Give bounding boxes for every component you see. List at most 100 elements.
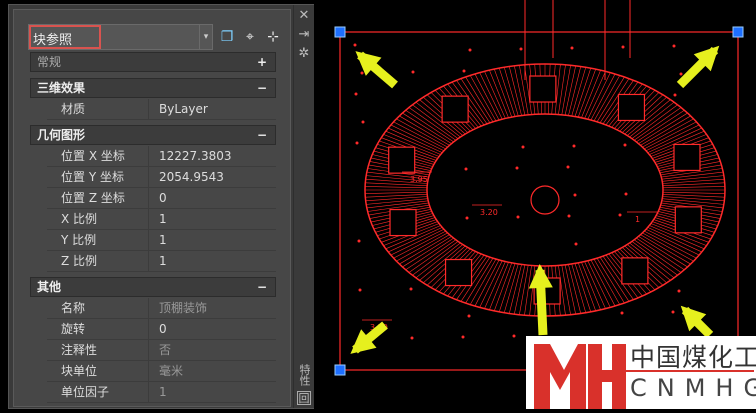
hatch-line xyxy=(662,178,725,184)
property-label: 单位因子 xyxy=(61,385,110,399)
property-label: Z 比例 xyxy=(61,254,98,268)
downlight xyxy=(515,166,519,170)
downlight xyxy=(566,165,570,169)
menu-icon[interactable]: 回 xyxy=(297,391,311,405)
properties-content: 块参照 ▾ ❐ ⌖ ⊹ 常规 + 三维效果 − 材质 ByLayer 几何图形 − 位置 X 坐… xyxy=(13,9,291,407)
yellow-arrow-head xyxy=(528,264,553,289)
dimension-text: 3.20 xyxy=(480,208,498,217)
ornament-tile xyxy=(441,95,469,123)
property-label: 位置 Y 坐标 xyxy=(61,170,124,184)
property-row[interactable]: Y 比例 1 xyxy=(47,230,276,251)
grip-handle[interactable] xyxy=(732,26,744,38)
ornament-tile xyxy=(388,146,416,174)
close-icon[interactable]: ✕ xyxy=(297,9,311,23)
section-header[interactable]: 三维效果 − xyxy=(30,78,276,98)
property-value[interactable]: 1 xyxy=(148,382,276,402)
downlight xyxy=(464,167,468,171)
property-row[interactable]: 单位因子 1 xyxy=(47,382,276,403)
hatch-line xyxy=(365,196,428,202)
downlight xyxy=(357,239,361,243)
downlight xyxy=(512,334,516,338)
collapse-icon[interactable]: − xyxy=(257,126,267,144)
property-value[interactable]: 0 xyxy=(148,319,276,339)
ornament-tile xyxy=(389,208,417,237)
property-value[interactable]: ByLayer xyxy=(148,99,276,119)
hatch-line xyxy=(581,70,601,118)
downlight xyxy=(411,70,415,74)
property-row[interactable]: Z 比例 1 xyxy=(47,251,276,272)
hatch-line xyxy=(662,191,725,194)
downlight xyxy=(677,289,681,293)
downlight xyxy=(462,69,466,73)
hatch-line xyxy=(561,65,571,115)
property-row[interactable]: 旋转 0 xyxy=(47,319,276,340)
toggle-pickadd-icon[interactable]: ⊹ xyxy=(264,28,282,46)
logo-cn-text: 中国煤化工 xyxy=(630,343,756,372)
property-label: 材质 xyxy=(61,102,86,116)
hatch-line xyxy=(590,73,616,121)
downlight xyxy=(409,287,413,291)
logo-mark xyxy=(534,344,626,409)
downlight xyxy=(358,288,362,292)
downlight xyxy=(671,310,675,314)
hatch-line xyxy=(365,186,428,189)
hatch-line xyxy=(662,182,725,186)
section-title: 其他 xyxy=(37,280,62,294)
downlight xyxy=(570,46,574,50)
object-type-dropdown[interactable]: 块参照 ▾ xyxy=(28,24,213,50)
collapse-icon[interactable]: − xyxy=(257,278,267,296)
property-row[interactable]: 位置 Y 坐标 2054.9543 xyxy=(47,167,276,188)
dimension-text: 3.95 xyxy=(410,175,428,184)
downlight xyxy=(679,72,683,76)
chevron-down-icon[interactable]: ▾ xyxy=(199,25,212,49)
downlight xyxy=(410,336,414,340)
downlight xyxy=(672,44,676,48)
section-header[interactable]: 常规 + xyxy=(30,52,276,72)
property-value[interactable]: 否 xyxy=(148,340,276,360)
hatch-line xyxy=(662,198,724,205)
downlight xyxy=(618,213,622,217)
property-value[interactable]: 顶棚装饰 xyxy=(148,298,276,318)
property-row[interactable]: 注释性 否 xyxy=(47,340,276,361)
downlight xyxy=(355,141,359,145)
property-value[interactable]: 1 xyxy=(148,209,276,229)
downlight xyxy=(521,145,525,149)
property-label: X 比例 xyxy=(61,212,98,226)
hatch-line xyxy=(662,194,725,198)
property-label: 注释性 xyxy=(61,343,98,357)
watermark-logo: 中国煤化工 CNMHG xyxy=(526,336,756,409)
expand-icon[interactable]: + xyxy=(257,53,267,71)
property-label: 旋转 xyxy=(61,322,86,336)
hatch-line xyxy=(584,261,606,309)
property-value[interactable]: 12227.3803 xyxy=(148,146,276,166)
hatch-line xyxy=(494,262,513,311)
property-value[interactable]: 1 xyxy=(148,230,276,250)
ornament-tile xyxy=(673,143,701,172)
section-header[interactable]: 其他 − xyxy=(30,277,276,297)
property-label: 块单位 xyxy=(61,364,98,378)
property-value[interactable]: 毫米 xyxy=(148,361,276,381)
settings-icon[interactable]: ✲ xyxy=(297,47,311,61)
section-header[interactable]: 几何图形 − xyxy=(30,125,276,145)
downlight xyxy=(353,43,357,47)
hatch-line xyxy=(484,261,506,309)
dimension-text: 1 xyxy=(635,215,640,224)
property-value[interactable]: 0 xyxy=(148,188,276,208)
property-value[interactable]: 1 xyxy=(148,251,276,271)
property-row[interactable]: 材质 ByLayer xyxy=(47,99,276,120)
downlight xyxy=(624,192,628,196)
hatch-line xyxy=(662,186,725,189)
property-row[interactable]: 块单位 毫米 xyxy=(47,361,276,382)
property-row[interactable]: 名称 顶棚装饰 xyxy=(47,298,276,319)
collapse-icon[interactable]: − xyxy=(257,79,267,97)
property-value[interactable]: 2054.9543 xyxy=(148,167,276,187)
downlight xyxy=(567,214,571,218)
auto-hide-icon[interactable]: ⇥ xyxy=(297,28,311,42)
select-objects-icon[interactable]: ⌖ xyxy=(241,28,259,46)
property-row[interactable]: 位置 X 坐标 12227.3803 xyxy=(47,146,276,167)
quick-select-icon[interactable]: ❐ xyxy=(218,28,236,46)
property-row[interactable]: X 比例 1 xyxy=(47,209,276,230)
property-row[interactable]: 位置 Z 坐标 0 xyxy=(47,188,276,209)
grip-handle[interactable] xyxy=(334,364,346,376)
grip-handle[interactable] xyxy=(334,26,346,38)
